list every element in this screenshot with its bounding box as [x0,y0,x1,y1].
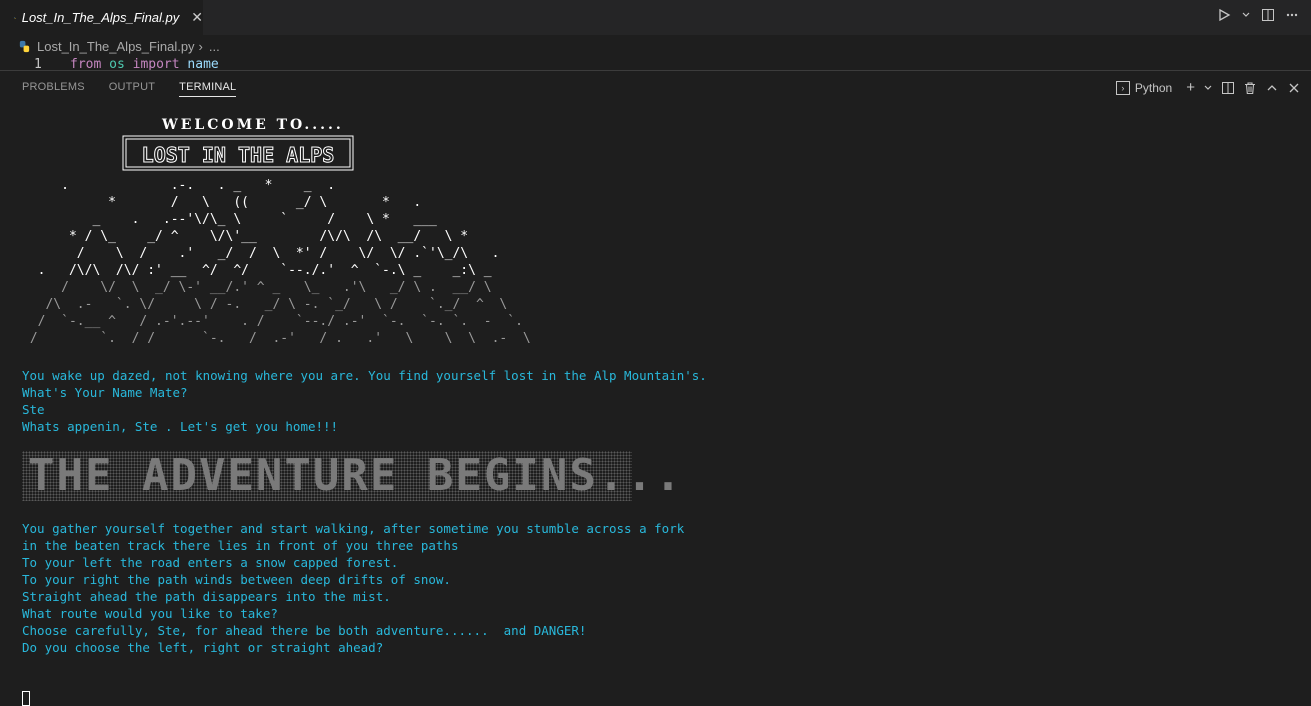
split-editor-icon[interactable] [1261,8,1275,22]
greeting-line: Whats appenin, Ste . Let's get you home!… [22,419,339,434]
trash-icon[interactable] [1243,81,1257,95]
python-file-icon [19,40,30,52]
keyword-import: import [132,57,180,71]
breadcrumb: Lost_In_The_Alps_Final.py › ... [0,35,1311,57]
more-actions-icon[interactable] [1285,8,1299,22]
terminal-shell-selector[interactable]: › Python [1115,81,1173,95]
mountain-ascii-art: . .-. . _ * _ . * / \ (( _/ \ * . _ . .-… [29,178,531,346]
story-line: Straight ahead the path disappears into … [22,589,391,604]
code-line[interactable]: from os import name [70,57,219,71]
code-editor[interactable]: 1 from os import name [0,57,1311,71]
adventure-banner: THE ADVENTURE BEGINS... [22,451,681,501]
welcome-heading: WELCOME TO..... [162,117,344,133]
breadcrumb-file[interactable]: Lost_In_The_Alps_Final.py [37,39,195,54]
split-terminal-icon[interactable] [1221,81,1235,95]
chevron-down-icon[interactable] [1203,82,1213,94]
run-icon[interactable] [1217,8,1231,22]
breadcrumb-more[interactable]: ... [209,39,220,54]
plus-icon[interactable]: + [1186,80,1195,96]
logo-text: LOST IN THE ALPS [142,143,335,167]
user-input-name: Ste [22,402,45,417]
keyword-from: from [70,57,102,71]
imported-name: name [187,57,219,71]
terminal-cursor [22,691,30,706]
terminal-output[interactable]: WELCOME TO..... LOST IN THE ALPS . .-. .… [0,107,1311,706]
editor-tab-bar: Lost_In_The_Alps_Final.py ✕ [0,0,1311,35]
breadcrumb-separator: › [198,38,203,54]
tab-output[interactable]: OUTPUT [109,81,155,97]
story-line: What route would you like to take? [22,606,278,621]
panel-actions: › Python + [1115,80,1301,96]
story-line: To your right the path winds between dee… [22,572,451,587]
story-line: in the beaten track there lies in front … [22,538,459,553]
intro-output: You wake up dazed, not knowing where you… [22,367,707,435]
story-line: You wake up dazed, not knowing where you… [22,368,707,383]
chevron-down-icon[interactable] [1241,8,1251,22]
chevron-up-icon[interactable] [1265,81,1279,95]
tab-label: Lost_In_The_Alps_Final.py [21,10,180,25]
tab-terminal[interactable]: TERMINAL [179,81,237,97]
lost-in-the-alps-logo: LOST IN THE ALPS [122,135,354,171]
choice-prompt: Do you choose the left, right or straigh… [22,640,384,655]
tab-problems[interactable]: PROBLEMS [22,81,85,97]
editor-actions [1217,8,1299,22]
terminal-panel: PROBLEMS OUTPUT TERMINAL › Python + WELC… [0,71,1311,706]
story-line: You gather yourself together and start w… [22,521,685,536]
shell-label: Python [1134,81,1173,95]
panel-tabs: PROBLEMS OUTPUT TERMINAL [22,81,237,97]
terminal-icon: › [1115,81,1130,95]
line-number: 1 [34,57,42,71]
tab-lost-in-the-alps[interactable]: Lost_In_The_Alps_Final.py ✕ [0,0,203,35]
name-prompt: What's Your Name Mate? [22,385,188,400]
adventure-banner-text: THE ADVENTURE BEGINS... [28,450,684,501]
story-line: Choose carefully, Ste, for ahead there b… [22,623,587,638]
python-file-icon [14,16,16,19]
story-output: You gather yourself together and start w… [22,520,684,656]
close-panel-icon[interactable] [1287,81,1301,95]
story-line: To your left the road enters a snow capp… [22,555,399,570]
close-icon[interactable]: ✕ [191,9,203,26]
module-os: os [109,57,125,71]
